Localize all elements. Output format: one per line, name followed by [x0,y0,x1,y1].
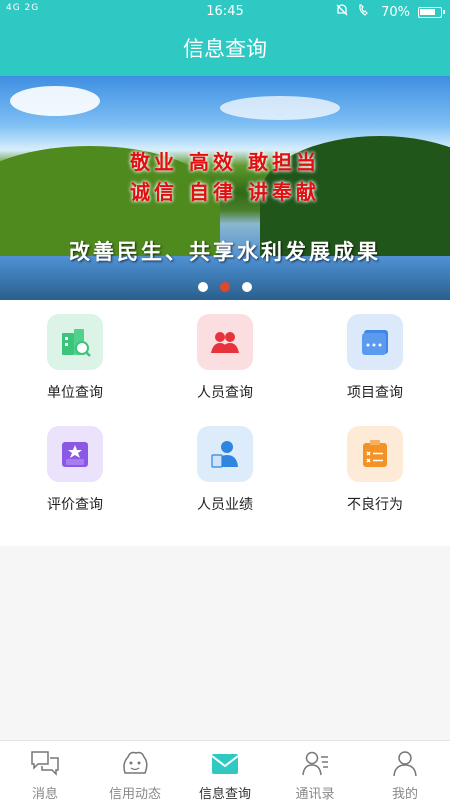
page-title: 信息查询 [0,24,450,76]
tab-info-query[interactable]: 信息查询 [180,741,270,800]
bad-behavior-icon [347,426,403,482]
grid-item-label: 人员业绩 [197,497,253,513]
query-grid: 单位查询 人员查询 项目查询 评价查询 人员业绩 不良行为 [0,300,450,546]
grid-item-person-query[interactable]: 人员查询 [150,314,300,426]
battery-icon [418,6,445,18]
phone-hd-icon [357,3,373,21]
mail-icon [210,749,240,781]
credit-news-icon [120,749,150,781]
people-icon [197,314,253,370]
chat-icon [30,749,60,781]
profile-icon [390,749,420,781]
project-icon [347,314,403,370]
tab-contacts[interactable]: 通讯录 [270,741,360,800]
grid-item-bad-behavior[interactable]: 不良行为 [300,426,450,538]
status-bar: 4G 2G 16:45 70% [0,0,450,24]
tab-label: 信用动态 [108,787,161,800]
grid-item-unit-query[interactable]: 单位查询 [0,314,150,426]
battery-percent: 70% [381,4,410,20]
grid-item-evaluation-query[interactable]: 评价查询 [0,426,150,538]
carousel-dot[interactable] [242,282,252,292]
bell-mute-icon [335,3,349,21]
status-right: 70% [335,3,445,21]
grid-item-label: 单位查询 [47,385,103,401]
tab-label: 消息 [31,787,58,800]
banner-slogan-line2: 诚信 自律 讲奉献 [130,180,320,204]
carousel-dots [0,282,450,292]
person-achievement-icon [197,426,253,482]
tab-profile[interactable]: 我的 [360,741,450,800]
banner-carousel[interactable]: 敬业 高效 敢担当 诚信 自律 讲奉献 改善民生、共享水利发展成果 [0,76,450,300]
grid-item-label: 评价查询 [47,497,103,513]
tab-messages[interactable]: 消息 [0,741,90,800]
banner-caption: 改善民生、共享水利发展成果 [69,240,381,264]
tab-label: 信息查询 [198,787,251,800]
contacts-icon [300,749,330,781]
banner-slogan-line1: 敬业 高效 敢担当 [130,150,320,174]
bottom-tab-bar: 消息 信用动态 信息查询 通讯录 我的 [0,740,450,800]
tab-label: 通讯录 [295,787,335,800]
building-search-icon [47,314,103,370]
grid-item-label: 人员查询 [197,385,253,401]
grid-item-project-query[interactable]: 项目查询 [300,314,450,426]
tab-credit-news[interactable]: 信用动态 [90,741,180,800]
tab-label: 我的 [391,787,418,800]
carousel-dot-active[interactable] [220,282,230,292]
grid-item-label: 项目查询 [347,385,403,401]
grid-item-label: 不良行为 [347,497,403,513]
grid-item-person-achievement[interactable]: 人员业绩 [150,426,300,538]
carousel-dot[interactable] [198,282,208,292]
evaluation-icon [47,426,103,482]
